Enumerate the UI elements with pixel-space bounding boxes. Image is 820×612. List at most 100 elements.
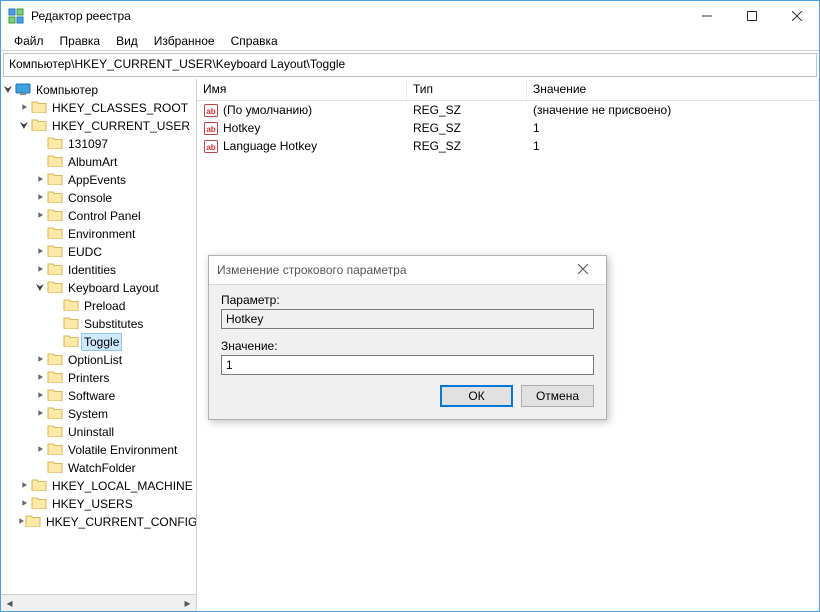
twisty-closed-icon[interactable]: ⯈: [33, 409, 47, 420]
tree-item[interactable]: ⯈Software: [1, 387, 196, 405]
tree-item[interactable]: Environment: [1, 225, 196, 243]
tree-item[interactable]: ⯈Console: [1, 189, 196, 207]
tree-item[interactable]: Uninstall: [1, 423, 196, 441]
tree-horizontal-scrollbar[interactable]: ◂ ▸: [1, 594, 196, 611]
twisty-closed-icon[interactable]: ⯈: [33, 373, 47, 384]
ok-button[interactable]: ОК: [440, 385, 513, 407]
tree-item[interactable]: Toggle: [1, 333, 196, 351]
folder-icon: [31, 100, 50, 116]
param-label: Параметр:: [221, 293, 594, 307]
svg-text:ab: ab: [206, 125, 215, 134]
value-label: Значение:: [221, 339, 594, 353]
folder-icon: [47, 424, 66, 440]
scroll-left-icon[interactable]: ◂: [1, 595, 18, 612]
tree-item[interactable]: ⯈ HKEY_CURRENT_CONFIG: [1, 513, 196, 531]
twisty-closed-icon[interactable]: ⯈: [33, 391, 47, 402]
menu-edit[interactable]: Правка: [53, 32, 108, 50]
tree-item[interactable]: ⮟HKEY_CURRENT_USER: [1, 117, 196, 135]
tree-item[interactable]: ⮟Компьютер: [1, 81, 196, 99]
value-type: REG_SZ: [407, 121, 527, 135]
twisty-closed-icon[interactable]: ⯈: [33, 445, 47, 456]
tree-item[interactable]: ⯈ EUDC: [1, 243, 196, 261]
twisty-closed-icon[interactable]: ⯈: [33, 247, 47, 258]
minimize-button[interactable]: [684, 1, 729, 31]
tree-item[interactable]: ⯈ Identities: [1, 261, 196, 279]
twisty-closed-icon[interactable]: ⯈: [17, 481, 31, 492]
tree-item[interactable]: ⯈ OptionList: [1, 351, 196, 369]
dialog-close-button[interactable]: [568, 263, 598, 277]
twisty-open-icon[interactable]: ⮟: [33, 283, 47, 294]
value-field[interactable]: [221, 355, 594, 375]
scroll-right-icon[interactable]: ▸: [179, 595, 196, 612]
folder-icon: [47, 136, 66, 152]
tree-item-label: EUDC: [66, 244, 104, 260]
list-row[interactable]: ab(По умолчанию)REG_SZ(значение не присв…: [197, 101, 819, 119]
folder-icon: [25, 514, 44, 530]
tree-item[interactable]: ⯈HKEY_USERS: [1, 495, 196, 513]
twisty-open-icon[interactable]: ⮟: [1, 85, 15, 96]
close-button[interactable]: [774, 1, 819, 31]
registry-tree[interactable]: ⮟Компьютер⯈HKEY_CLASSES_ROOT⮟HKEY_CURREN…: [1, 79, 196, 531]
value-type: REG_SZ: [407, 103, 527, 117]
tree-pane: ⮟Компьютер⯈HKEY_CLASSES_ROOT⮟HKEY_CURREN…: [1, 79, 197, 611]
folder-icon: [47, 352, 66, 368]
menubar: Файл Правка Вид Избранное Справка: [1, 31, 819, 51]
column-header-name[interactable]: Имя: [197, 79, 407, 100]
folder-icon: [47, 280, 66, 296]
maximize-button[interactable]: [729, 1, 774, 31]
twisty-closed-icon[interactable]: ⯈: [17, 103, 31, 114]
tree-item[interactable]: 131097: [1, 135, 196, 153]
tree-item-label: HKEY_LOCAL_MACHINE: [50, 478, 195, 494]
tree-item[interactable]: ⯈Volatile Environment: [1, 441, 196, 459]
tree-item[interactable]: ⯈ HKEY_LOCAL_MACHINE: [1, 477, 196, 495]
list-row[interactable]: abLanguage HotkeyREG_SZ1: [197, 137, 819, 155]
menu-help[interactable]: Справка: [224, 32, 285, 50]
tree-item-label: OptionList: [66, 352, 124, 368]
menu-view[interactable]: Вид: [109, 32, 145, 50]
tree-item-label: HKEY_CURRENT_CONFIG: [44, 514, 197, 530]
value-name: Hotkey: [223, 121, 260, 135]
twisty-closed-icon[interactable]: ⯈: [33, 175, 47, 186]
folder-icon: [63, 316, 82, 332]
value-type: REG_SZ: [407, 139, 527, 153]
column-header-type[interactable]: Тип: [407, 79, 527, 100]
tree-item-label: Identities: [66, 262, 118, 278]
address-bar[interactable]: Компьютер\HKEY_CURRENT_USER\Keyboard Lay…: [3, 53, 817, 77]
twisty-closed-icon[interactable]: ⯈: [33, 211, 47, 222]
tree-item-label: Keyboard Layout: [66, 280, 161, 296]
twisty-open-icon[interactable]: ⮟: [17, 121, 31, 132]
tree-item[interactable]: ⯈AppEvents: [1, 171, 196, 189]
tree-item[interactable]: Preload: [1, 297, 196, 315]
tree-item-label: Uninstall: [66, 424, 116, 440]
menu-file[interactable]: Файл: [7, 32, 51, 50]
folder-icon: [47, 154, 66, 170]
value-data: 1: [527, 121, 819, 135]
twisty-closed-icon[interactable]: ⯈: [33, 355, 47, 366]
folder-icon: [47, 460, 66, 476]
tree-item[interactable]: ⯈Printers: [1, 369, 196, 387]
folder-icon: [31, 118, 50, 134]
twisty-closed-icon[interactable]: ⯈: [17, 499, 31, 510]
param-field: [221, 309, 594, 329]
tree-item[interactable]: ⯈HKEY_CLASSES_ROOT: [1, 99, 196, 117]
twisty-closed-icon[interactable]: ⯈: [33, 265, 47, 276]
tree-item-label: Substitutes: [82, 316, 145, 332]
folder-icon: [47, 370, 66, 386]
tree-item-label: WatchFolder: [66, 460, 138, 476]
tree-item[interactable]: ⯈System: [1, 405, 196, 423]
folder-icon: [31, 496, 50, 512]
list-row[interactable]: ab Hotkey REG_SZ1: [197, 119, 819, 137]
tree-item[interactable]: Substitutes: [1, 315, 196, 333]
column-header-value[interactable]: Значение: [527, 79, 819, 100]
cancel-button[interactable]: Отмена: [521, 385, 594, 407]
twisty-closed-icon[interactable]: ⯈: [33, 193, 47, 204]
folder-icon: [47, 406, 66, 422]
menu-favorites[interactable]: Избранное: [147, 32, 222, 50]
tree-item[interactable]: WatchFolder: [1, 459, 196, 477]
folder-icon: [47, 244, 66, 260]
tree-item[interactable]: ⮟ Keyboard Layout: [1, 279, 196, 297]
tree-item[interactable]: AlbumArt: [1, 153, 196, 171]
tree-item[interactable]: ⯈Control Panel: [1, 207, 196, 225]
folder-icon: [63, 298, 82, 314]
twisty-closed-icon[interactable]: ⯈: [17, 517, 25, 528]
